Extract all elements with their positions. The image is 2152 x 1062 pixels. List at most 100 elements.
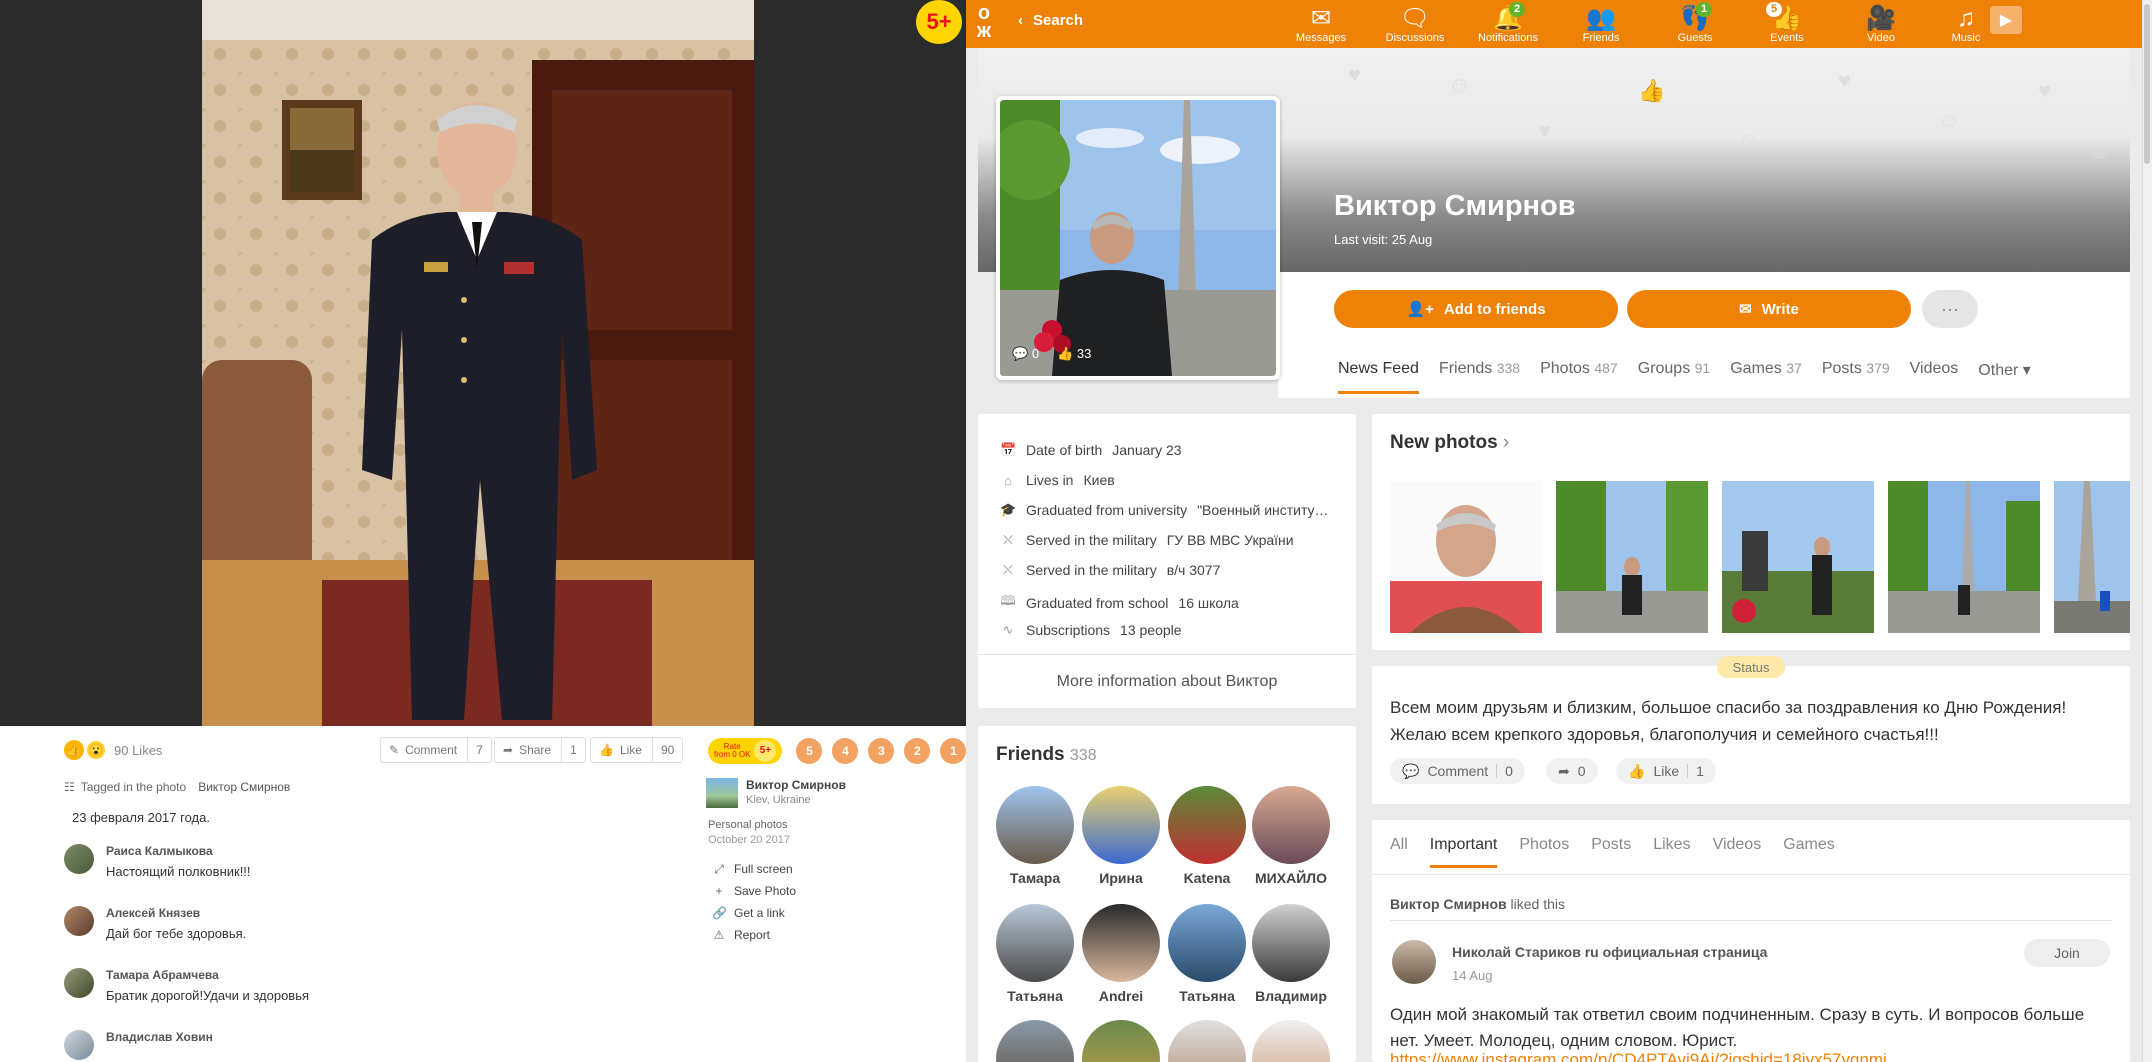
friend-name[interactable]: Andrei: [1080, 988, 1162, 1004]
avatar[interactable]: [64, 844, 94, 874]
comment-button[interactable]: ✎ Comment 7: [380, 737, 492, 763]
more-actions-button[interactable]: ···: [1922, 290, 1978, 328]
nav-notifications[interactable]: 🔔 2 Notifications: [1463, 0, 1553, 48]
new-photos-title[interactable]: New photos ›: [1390, 432, 1509, 454]
nav-friends[interactable]: 👥 Friends: [1556, 0, 1646, 48]
tab-other[interactable]: Other ▾: [1978, 360, 2031, 394]
full-screen-link[interactable]: ⤢ Full screen: [712, 858, 796, 880]
avatar[interactable]: [996, 786, 1074, 864]
rating-badge[interactable]: 5+: [916, 0, 962, 44]
avatar[interactable]: [1082, 786, 1160, 864]
friend-item[interactable]: [994, 1020, 1076, 1062]
write-button[interactable]: ✉ Write: [1627, 290, 1911, 328]
friend-name[interactable]: Владимир: [1250, 988, 1332, 1004]
join-button[interactable]: Join: [2024, 939, 2110, 967]
friend-item[interactable]: [1250, 1020, 1332, 1062]
rate-grade-2[interactable]: 2: [904, 738, 931, 764]
tab-news-feed[interactable]: News Feed: [1338, 360, 1419, 394]
search-link[interactable]: ‹ Search: [1018, 12, 1083, 29]
add-to-friends-button[interactable]: 👤+ Add to friends: [1334, 290, 1618, 328]
avatar[interactable]: [1168, 904, 1246, 982]
likes-summary[interactable]: 👍 😮 90 Likes: [64, 740, 162, 760]
friend-item[interactable]: Katena: [1166, 786, 1248, 886]
avatar[interactable]: [1082, 1020, 1160, 1062]
share-button[interactable]: ➦ Share 1: [494, 737, 586, 763]
friend-name[interactable]: Татьяна: [1166, 988, 1248, 1004]
avatar[interactable]: [1168, 786, 1246, 864]
avatar[interactable]: [64, 968, 94, 998]
get-link-link[interactable]: 🔗 Get a link: [712, 902, 796, 924]
author-avatar[interactable]: [706, 778, 738, 808]
rate-grade-4[interactable]: 4: [832, 738, 859, 764]
save-photo-link[interactable]: + Save Photo: [712, 880, 796, 902]
friend-item[interactable]: [1166, 1020, 1248, 1062]
tab-photos[interactable]: Photos 487: [1540, 360, 1618, 394]
avatar[interactable]: [64, 906, 94, 936]
avatar[interactable]: [1082, 904, 1160, 982]
info-value[interactable]: 16 школа: [1178, 595, 1238, 611]
friend-item[interactable]: [1080, 1020, 1162, 1062]
tab-friends[interactable]: Friends 338: [1439, 360, 1520, 394]
friend-item[interactable]: Татьяна: [1166, 904, 1248, 1004]
more-information-link[interactable]: More information about Виктор: [978, 654, 1356, 708]
avatar[interactable]: [1252, 1020, 1330, 1062]
profile-avatar[interactable]: [996, 96, 1280, 380]
avatar[interactable]: [64, 1030, 94, 1060]
avatar-comments[interactable]: 💬 0: [1012, 346, 1039, 362]
avatar-likes[interactable]: 👍 33: [1057, 346, 1091, 362]
status-comment-button[interactable]: 💬 Comment 0: [1390, 758, 1525, 784]
friend-name[interactable]: МИХАЙЛО: [1250, 870, 1332, 886]
nav-video[interactable]: 🎥 Video: [1836, 0, 1926, 48]
info-value[interactable]: Киев: [1083, 472, 1114, 488]
friend-item[interactable]: Тамара: [994, 786, 1076, 886]
tagged-person-link[interactable]: Виктор Смирнов: [198, 780, 290, 794]
feed-tab-games[interactable]: Games: [1783, 836, 1835, 868]
rate-grade-1[interactable]: 1: [940, 738, 967, 764]
comment-author[interactable]: Алексей Князев: [106, 906, 246, 920]
comment-author[interactable]: Раиса Калмыкова: [106, 844, 251, 858]
nav-guests[interactable]: 👣 1 Guests: [1650, 0, 1740, 48]
like-button[interactable]: 👍 Like 90: [590, 737, 684, 763]
friend-item[interactable]: Ирина: [1080, 786, 1162, 886]
status-like-button[interactable]: 👍 Like 1: [1616, 758, 1716, 784]
friend-item[interactable]: Andrei: [1080, 904, 1162, 1004]
tab-posts[interactable]: Posts 379: [1822, 360, 1890, 394]
info-value[interactable]: ГУ ВВ МВС України: [1167, 532, 1294, 548]
friend-item[interactable]: Владимир: [1250, 904, 1332, 1004]
new-photo-thumb[interactable]: [1556, 481, 1708, 633]
main-photo[interactable]: [202, 0, 754, 726]
avatar[interactable]: [1168, 1020, 1246, 1062]
album-name-link[interactable]: Personal photos: [708, 818, 790, 833]
nav-messages[interactable]: ✉ Messages: [1276, 0, 1366, 48]
post-author-avatar[interactable]: [1392, 940, 1436, 984]
rate-5plus-button[interactable]: Rate from 0 OK 5+: [708, 738, 783, 764]
friend-name[interactable]: Татьяна: [994, 988, 1076, 1004]
new-photo-thumb[interactable]: [1390, 481, 1542, 633]
new-photo-thumb[interactable]: [2054, 481, 2130, 633]
friend-item[interactable]: Татьяна: [994, 904, 1076, 1004]
report-link[interactable]: ⚠ Report: [712, 924, 796, 946]
rate-grade-5[interactable]: 5: [796, 738, 823, 764]
friends-title[interactable]: Friends 338: [996, 744, 1097, 766]
friend-item[interactable]: МИХАЙЛО: [1250, 786, 1332, 886]
friend-name[interactable]: Ирина: [1080, 870, 1162, 886]
info-value[interactable]: 13 people: [1120, 622, 1182, 638]
scrollbar-thumb[interactable]: [2144, 4, 2150, 164]
author-name[interactable]: Виктор Смирнов: [746, 778, 846, 792]
play-icon[interactable]: ▶: [1990, 6, 2022, 34]
tab-groups[interactable]: Groups 91: [1638, 360, 1711, 394]
feed-tab-posts[interactable]: Posts: [1591, 836, 1631, 868]
avatar[interactable]: [1252, 786, 1330, 864]
tab-videos[interactable]: Videos: [1910, 360, 1959, 394]
feed-tab-photos[interactable]: Photos: [1519, 836, 1569, 868]
tab-games[interactable]: Games 37: [1730, 360, 1802, 394]
nav-events[interactable]: 👍 5 Events: [1742, 0, 1832, 48]
friend-name[interactable]: Тамара: [994, 870, 1076, 886]
photo-author-card[interactable]: Виктор Смирнов Kiev, Ukraine: [706, 778, 846, 808]
ok-logo-icon[interactable]: oж: [972, 3, 996, 42]
feed-actor-link[interactable]: Виктор Смирнов: [1390, 896, 1507, 912]
comment-author[interactable]: Тамара Абрамчева: [106, 968, 309, 982]
friend-name[interactable]: Katena: [1166, 870, 1248, 886]
feed-tab-important[interactable]: Important: [1429, 836, 1497, 868]
rate-grade-3[interactable]: 3: [868, 738, 895, 764]
